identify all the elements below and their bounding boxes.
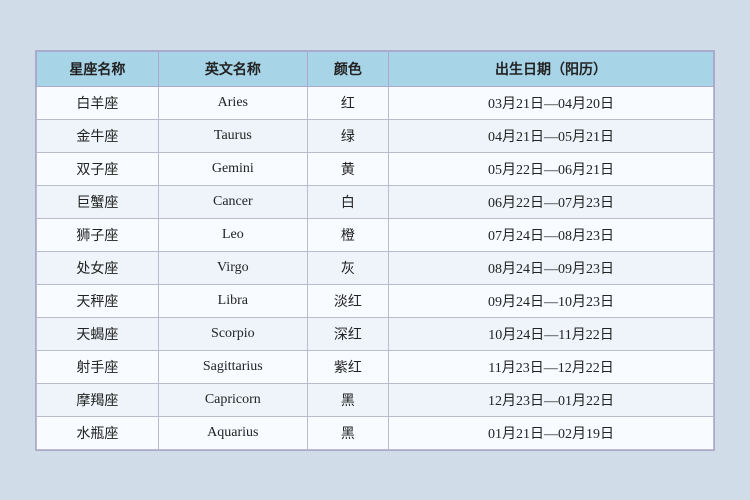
cell-color: 深红: [307, 317, 388, 350]
table-row: 处女座Virgo灰08月24日—09月23日: [37, 251, 714, 284]
cell-date: 04月21日—05月21日: [389, 119, 714, 152]
cell-en: Capricorn: [158, 383, 307, 416]
cell-date: 08月24日—09月23日: [389, 251, 714, 284]
cell-zh: 巨蟹座: [37, 185, 159, 218]
cell-en: Virgo: [158, 251, 307, 284]
table-row: 天秤座Libra淡红09月24日—10月23日: [37, 284, 714, 317]
header-zh: 星座名称: [37, 51, 159, 86]
cell-color: 紫红: [307, 350, 388, 383]
table-row: 双子座Gemini黄05月22日—06月21日: [37, 152, 714, 185]
cell-en: Sagittarius: [158, 350, 307, 383]
table-row: 摩羯座Capricorn黑12月23日—01月22日: [37, 383, 714, 416]
cell-en: Taurus: [158, 119, 307, 152]
cell-en: Scorpio: [158, 317, 307, 350]
zodiac-table: 星座名称 英文名称 颜色 出生日期（阳历） 白羊座Aries红03月21日—04…: [36, 51, 714, 450]
cell-color: 黄: [307, 152, 388, 185]
table-row: 金牛座Taurus绿04月21日—05月21日: [37, 119, 714, 152]
cell-zh: 射手座: [37, 350, 159, 383]
cell-en: Cancer: [158, 185, 307, 218]
cell-color: 绿: [307, 119, 388, 152]
table-header-row: 星座名称 英文名称 颜色 出生日期（阳历）: [37, 51, 714, 86]
cell-en: Aries: [158, 86, 307, 119]
cell-date: 09月24日—10月23日: [389, 284, 714, 317]
cell-zh: 双子座: [37, 152, 159, 185]
cell-color: 黑: [307, 416, 388, 449]
cell-date: 07月24日—08月23日: [389, 218, 714, 251]
cell-date: 06月22日—07月23日: [389, 185, 714, 218]
cell-color: 红: [307, 86, 388, 119]
header-color: 颜色: [307, 51, 388, 86]
cell-zh: 天蝎座: [37, 317, 159, 350]
cell-color: 白: [307, 185, 388, 218]
cell-date: 12月23日—01月22日: [389, 383, 714, 416]
cell-zh: 摩羯座: [37, 383, 159, 416]
table-row: 巨蟹座Cancer白06月22日—07月23日: [37, 185, 714, 218]
cell-zh: 狮子座: [37, 218, 159, 251]
cell-zh: 水瓶座: [37, 416, 159, 449]
cell-en: Aquarius: [158, 416, 307, 449]
cell-en: Gemini: [158, 152, 307, 185]
cell-zh: 处女座: [37, 251, 159, 284]
table-row: 水瓶座Aquarius黑01月21日—02月19日: [37, 416, 714, 449]
table-row: 天蝎座Scorpio深红10月24日—11月22日: [37, 317, 714, 350]
cell-zh: 白羊座: [37, 86, 159, 119]
cell-color: 黑: [307, 383, 388, 416]
cell-date: 01月21日—02月19日: [389, 416, 714, 449]
cell-color: 橙: [307, 218, 388, 251]
cell-zh: 金牛座: [37, 119, 159, 152]
header-en: 英文名称: [158, 51, 307, 86]
table-row: 射手座Sagittarius紫红11月23日—12月22日: [37, 350, 714, 383]
cell-date: 11月23日—12月22日: [389, 350, 714, 383]
zodiac-table-wrapper: 星座名称 英文名称 颜色 出生日期（阳历） 白羊座Aries红03月21日—04…: [35, 50, 715, 451]
table-row: 白羊座Aries红03月21日—04月20日: [37, 86, 714, 119]
cell-en: Leo: [158, 218, 307, 251]
cell-date: 10月24日—11月22日: [389, 317, 714, 350]
cell-zh: 天秤座: [37, 284, 159, 317]
cell-en: Libra: [158, 284, 307, 317]
cell-date: 03月21日—04月20日: [389, 86, 714, 119]
cell-date: 05月22日—06月21日: [389, 152, 714, 185]
header-date: 出生日期（阳历）: [389, 51, 714, 86]
cell-color: 淡红: [307, 284, 388, 317]
table-row: 狮子座Leo橙07月24日—08月23日: [37, 218, 714, 251]
cell-color: 灰: [307, 251, 388, 284]
